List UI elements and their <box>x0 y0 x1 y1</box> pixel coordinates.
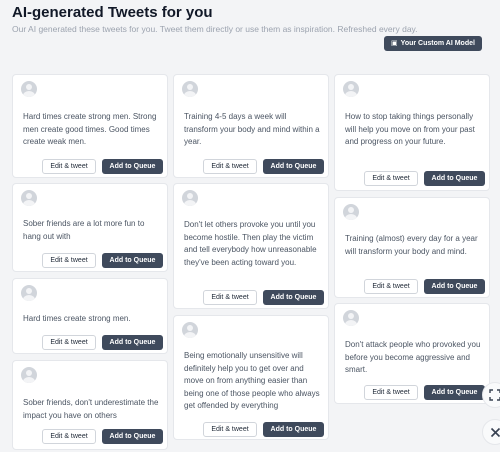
add-to-queue-button[interactable]: Add to Queue <box>263 159 324 174</box>
custom-ai-model-button[interactable]: ▣ Your Custom AI Model <box>384 36 482 51</box>
tweet-card: Sober friends are a lot more fun to hang… <box>12 183 168 272</box>
tweet-text: Being emotionally unsensitive will defin… <box>184 351 320 411</box>
user-avatar-icon <box>21 190 37 206</box>
user-avatar-icon <box>21 81 37 97</box>
tweet-card: Training (almost) every day for a year w… <box>334 197 490 298</box>
tweet-text: Hard times create strong men. <box>23 314 131 323</box>
tweet-card: How to stop taking things personally wil… <box>334 74 490 191</box>
close-button[interactable] <box>482 419 500 445</box>
add-to-queue-button[interactable]: Add to Queue <box>102 253 163 268</box>
tweet-card: Training 4-5 days a week will transform … <box>173 74 329 178</box>
expand-icon <box>489 389 500 401</box>
add-to-queue-button[interactable]: Add to Queue <box>102 335 163 350</box>
add-to-queue-button[interactable]: Add to Queue <box>102 159 163 174</box>
expand-button[interactable] <box>482 382 500 408</box>
edit-tweet-button[interactable]: Edit & tweet <box>364 279 418 294</box>
tweet-text: Don't attack people who provoked you bef… <box>345 340 481 375</box>
tweet-text: Training 4-5 days a week will transform … <box>184 112 320 147</box>
user-avatar-icon <box>343 81 359 97</box>
add-to-queue-button[interactable]: Add to Queue <box>424 385 485 400</box>
tweet-text: Training (almost) every day for a year w… <box>345 234 478 256</box>
add-to-queue-button[interactable]: Add to Queue <box>102 429 163 444</box>
tweet-text: Sober friends are a lot more fun to hang… <box>23 219 145 241</box>
tweet-text: Sober friends, don't underestimate the i… <box>23 398 159 420</box>
tweet-card: Hard times create strong men. Edit & twe… <box>12 278 168 354</box>
tweet-card: Don't attack people who provoked you bef… <box>334 303 490 404</box>
tweet-card: Being emotionally unsensitive will defin… <box>173 315 329 440</box>
tweet-card: Sober friends, don't underestimate the i… <box>12 360 168 450</box>
edit-tweet-button[interactable]: Edit & tweet <box>42 159 96 174</box>
robot-icon: ▣ <box>391 40 398 47</box>
page-subtitle: Our AI generated these tweets for you. T… <box>12 24 418 34</box>
user-avatar-icon <box>182 190 198 206</box>
page-title: AI-generated Tweets for you <box>12 4 213 21</box>
user-avatar-icon <box>21 285 37 301</box>
tweet-card: Hard times create strong men. Strong men… <box>12 74 168 178</box>
add-to-queue-button[interactable]: Add to Queue <box>263 422 324 437</box>
tweet-text: Hard times create strong men. Strong men… <box>23 112 157 147</box>
custom-ai-model-label: Your Custom AI Model <box>400 40 475 47</box>
edit-tweet-button[interactable]: Edit & tweet <box>42 335 96 350</box>
close-icon <box>490 427 500 437</box>
edit-tweet-button[interactable]: Edit & tweet <box>203 290 257 305</box>
ai-tweets-page: AI-generated Tweets for you Our AI gener… <box>0 0 500 452</box>
edit-tweet-button[interactable]: Edit & tweet <box>203 159 257 174</box>
user-avatar-icon <box>21 367 37 383</box>
edit-tweet-button[interactable]: Edit & tweet <box>364 385 418 400</box>
add-to-queue-button[interactable]: Add to Queue <box>424 171 485 186</box>
edit-tweet-button[interactable]: Edit & tweet <box>42 253 96 268</box>
tweet-text: Don't let others provoke you until you b… <box>184 220 317 267</box>
tweet-card: Don't let others provoke you until you b… <box>173 183 329 309</box>
edit-tweet-button[interactable]: Edit & tweet <box>203 422 257 437</box>
user-avatar-icon <box>343 310 359 326</box>
user-avatar-icon <box>182 81 198 97</box>
edit-tweet-button[interactable]: Edit & tweet <box>42 429 96 444</box>
add-to-queue-button[interactable]: Add to Queue <box>424 279 485 294</box>
tweet-text: How to stop taking things personally wil… <box>345 112 475 147</box>
add-to-queue-button[interactable]: Add to Queue <box>263 290 324 305</box>
user-avatar-icon <box>182 322 198 338</box>
user-avatar-icon <box>343 204 359 220</box>
edit-tweet-button[interactable]: Edit & tweet <box>364 171 418 186</box>
